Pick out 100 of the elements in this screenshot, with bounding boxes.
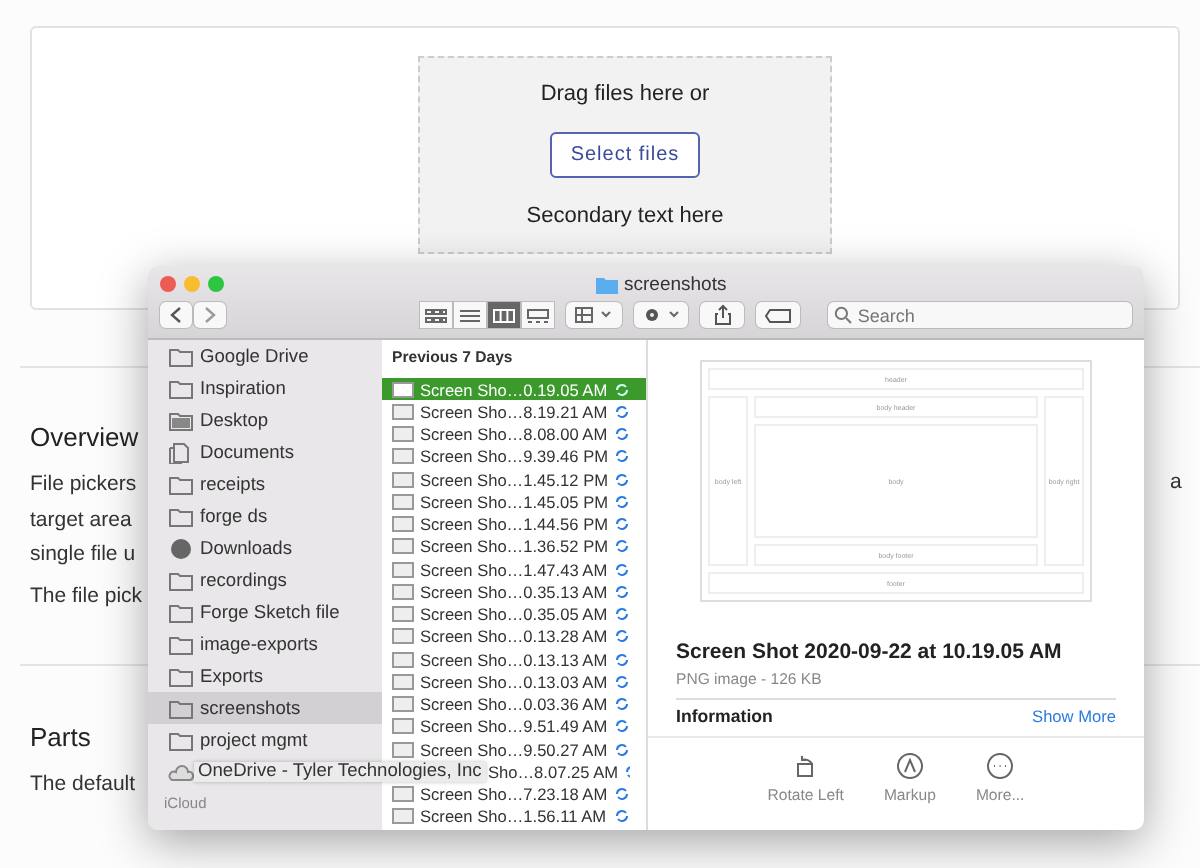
sidebar-item[interactable]: image-exports (148, 628, 382, 660)
file-row[interactable]: Screen Sho…9.50.27 AM (382, 738, 646, 761)
gallery-icon (526, 307, 550, 323)
file-row[interactable]: Screen Sho…0.03.36 AM (382, 693, 646, 716)
window-title: screenshots (624, 273, 727, 295)
sidebar-item[interactable]: screenshots (148, 692, 382, 724)
sidebar-item[interactable]: Downloads (148, 532, 382, 564)
search-icon (833, 306, 852, 324)
image-file-icon (392, 381, 414, 398)
sync-icon (614, 381, 630, 398)
image-file-icon (392, 538, 414, 555)
image-file-icon (392, 516, 414, 533)
file-row[interactable]: Screen Sho…0.35.05 AM (382, 603, 646, 626)
file-row[interactable]: Screen Sho…1.47.43 AM (382, 558, 646, 581)
view-mode-button[interactable] (454, 302, 486, 328)
sync-icon (614, 403, 630, 420)
paragraph-fragment: target area (30, 505, 132, 535)
file-row[interactable]: Screen Sho…1.44.56 PM (382, 513, 646, 536)
file-title: Screen Shot 2020-09-22 at 10.19.05 AM (676, 640, 1062, 664)
group-button[interactable] (566, 302, 622, 328)
sidebar-item[interactable]: recordings (148, 564, 382, 596)
sync-icon (614, 718, 630, 735)
sidebar-item[interactable]: Desktop (148, 404, 382, 436)
file-row[interactable]: Screen Sho…0.13.28 AM (382, 625, 646, 648)
file-row[interactable]: Screen Sho…1.45.05 PM (382, 490, 646, 513)
image-file-icon (392, 426, 414, 443)
paragraph-fragment: a (1170, 470, 1182, 494)
paragraph-fragment: File pickers (30, 470, 137, 500)
file-row[interactable]: Screen Sho…0.13.13 AM (382, 648, 646, 671)
drop-prompt: Drag files here or (540, 82, 710, 107)
folder-icon (168, 569, 194, 591)
sidebar-item[interactable]: project mgmt (148, 724, 382, 756)
sidebar-item[interactable]: Inspiration (148, 372, 382, 404)
sync-icon (614, 426, 630, 443)
view-mode-button[interactable] (522, 302, 554, 328)
folder-icon (168, 409, 194, 431)
info-heading: Information (676, 706, 773, 726)
show-more-link[interactable]: Show More (1032, 706, 1116, 726)
file-row[interactable]: Screen Sho…0.13.03 AM (382, 670, 646, 693)
sync-icon (614, 561, 630, 578)
folder-icon (168, 505, 194, 527)
share-icon (713, 304, 732, 326)
file-row[interactable]: Screen Sho…1.56.11 AM (382, 805, 646, 828)
back-button[interactable] (160, 302, 192, 328)
folder-icon (168, 729, 194, 751)
sidebar-item[interactable]: Google Drive (148, 340, 382, 372)
folder-icon (168, 377, 194, 399)
image-file-icon (392, 561, 414, 578)
drop-zone[interactable]: Drag files here or Select files Secondary text here (418, 56, 832, 254)
image-file-icon (392, 493, 414, 510)
file-row[interactable]: Screen Sho…0.19.05 AM (382, 378, 646, 401)
markup-icon (895, 752, 924, 780)
file-row[interactable]: Screen Sho…1.36.52 PM (382, 535, 646, 558)
paragraph-fragment: single file u (30, 540, 136, 570)
more-icon (986, 752, 1015, 780)
image-file-icon (392, 471, 414, 488)
image-file-icon (392, 741, 414, 758)
folder-icon (168, 665, 194, 687)
sidebar-item[interactable]: forge ds (148, 500, 382, 532)
sync-icon (614, 673, 630, 690)
file-row[interactable]: Screen Sho…1.45.12 PM (382, 468, 646, 491)
file-row[interactable]: Screen Sho…7.23.18 AM (382, 783, 646, 806)
search-field[interactable]: Search (827, 302, 1132, 328)
view-mode-button[interactable] (420, 302, 452, 328)
paragraph-fragment: The file pick (30, 581, 143, 611)
view-mode-button[interactable] (488, 302, 520, 328)
section-heading: Parts (30, 722, 91, 752)
sidebar-item[interactable]: Forge Sketch file (148, 596, 382, 628)
file-row[interactable]: Screen Sho…0.35.13 AM (382, 580, 646, 603)
tag-button[interactable] (756, 302, 800, 328)
sync-icon (624, 763, 630, 780)
select-files-button[interactable]: Select files (550, 131, 700, 178)
close-icon[interactable] (160, 276, 176, 292)
file-row[interactable]: Screen Sho…8.19.21 AM (382, 400, 646, 423)
tag-icon (764, 307, 793, 323)
download-icon (168, 537, 194, 559)
file-row[interactable]: Screen Sho…9.39.46 PM (382, 445, 646, 468)
sidebar-item[interactable]: Exports (148, 660, 382, 692)
image-file-icon (392, 673, 414, 690)
sidebar-item[interactable]: receipts (148, 468, 382, 500)
columns-icon (492, 307, 516, 323)
search-input[interactable]: Search (857, 305, 1118, 325)
image-file-icon (392, 808, 414, 825)
image-file-icon (392, 606, 414, 623)
sync-icon (614, 696, 630, 713)
sync-icon (614, 516, 630, 533)
image-file-icon (392, 696, 414, 713)
sidebar-item[interactable]: Documents (148, 436, 382, 468)
document-icon (168, 441, 194, 463)
share-button[interactable] (700, 302, 745, 328)
file-row[interactable]: Screen Sho…8.08.00 AM (382, 423, 646, 446)
settings-button[interactable] (633, 302, 689, 328)
folder-icon (168, 697, 194, 719)
file-row[interactable]: Sho…8.07.25 AM (488, 760, 646, 783)
chevron-right-icon (204, 306, 216, 324)
secondary-text: Secondary text here (526, 203, 724, 228)
folder-icon (168, 345, 194, 367)
file-row[interactable]: Screen Sho…9.51.49 AM (382, 715, 646, 738)
folder-icon (168, 633, 194, 655)
grid-dropdown-icon (573, 306, 614, 324)
